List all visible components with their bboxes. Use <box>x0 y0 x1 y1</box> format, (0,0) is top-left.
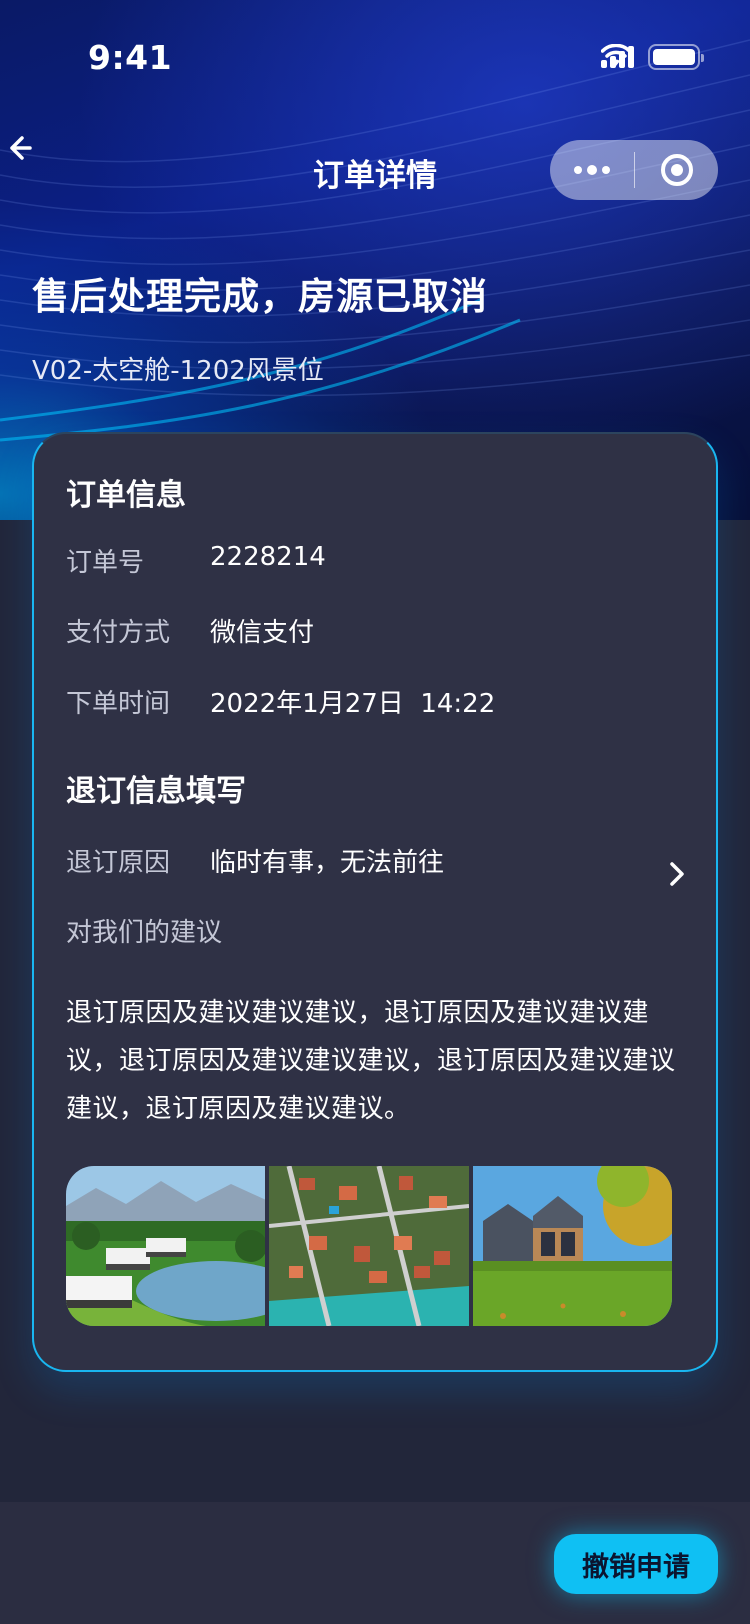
order-time-value: 2022年1月27日 14:22 <box>210 689 496 719</box>
order-number-value: 2228214 <box>210 542 326 572</box>
close-mini-program-icon[interactable] <box>635 140 718 200</box>
payment-method-label: 支付方式 <box>66 618 171 648</box>
aerial-town-photo[interactable] <box>269 1166 469 1326</box>
refund-reason-label: 退订原因 <box>66 848 171 878</box>
status-headline: 售后处理完成，房源已取消 <box>32 275 488 318</box>
payment-method-value: 微信支付 <box>210 618 315 648</box>
cancel-application-button[interactable]: 撤销申请 <box>554 1534 718 1594</box>
refund-reason-value[interactable]: 临时有事，无法前往 <box>210 842 444 879</box>
mini-program-capsule <box>550 140 718 200</box>
status-icons <box>601 44 704 70</box>
suggestion-label: 对我们的建议 <box>66 918 223 948</box>
refund-info-title: 退订信息填写 <box>66 774 246 809</box>
lakeside-cabins-photo[interactable] <box>66 1166 266 1326</box>
battery-icon <box>648 44 704 70</box>
photo-gallery <box>66 1166 672 1326</box>
suggestion-text: 退订原因及建议建议建议，退订原因及建议建议建议，退订原因及建议建议建议，退订原因… <box>66 998 676 1124</box>
wifi-icon <box>601 44 631 66</box>
status-bar: 9:41 <box>0 0 750 96</box>
order-info-title: 订单信息 <box>66 478 186 513</box>
chevron-right-icon[interactable] <box>666 859 688 889</box>
navigation-bar: 订单详情 <box>0 130 750 210</box>
bottom-action-bar: 撤销申请 <box>0 1502 750 1624</box>
order-number-label: 订单号 <box>66 548 145 578</box>
order-time-label: 下单时间 <box>66 689 171 719</box>
modern-house-photo[interactable] <box>472 1166 672 1326</box>
order-detail-card: 订单信息 订单号 2228214 支付方式 微信支付 下单时间 2022年1月2… <box>32 432 718 1372</box>
property-name: V02-太空舱-1202风景位 <box>32 356 324 386</box>
more-options-icon[interactable] <box>550 140 634 200</box>
status-time: 9:41 <box>88 38 173 77</box>
